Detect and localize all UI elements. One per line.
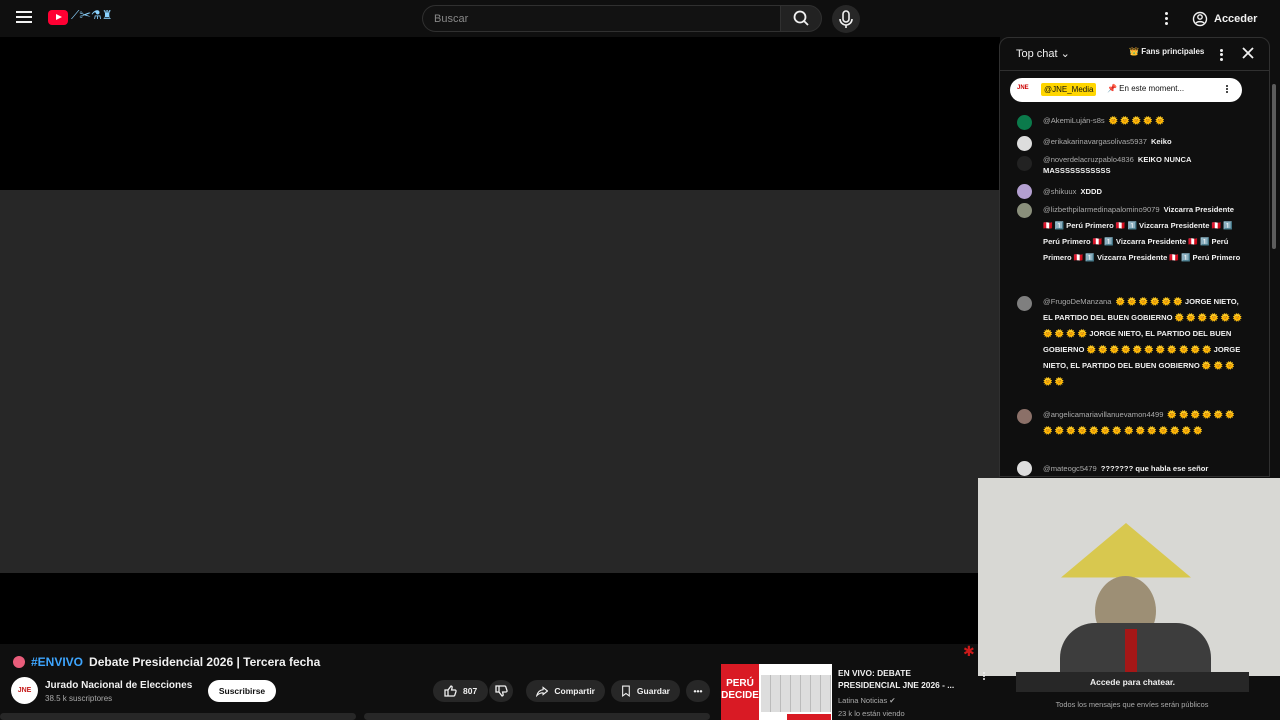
like-button[interactable]: 807 bbox=[433, 680, 488, 702]
chat-text: Keiko bbox=[1150, 137, 1172, 146]
avatar bbox=[1017, 156, 1032, 171]
thumbs-down-icon bbox=[495, 685, 508, 697]
chat-mode-label: Top chat bbox=[1016, 48, 1058, 60]
chat-header: Top chat ⌄ 👑 Fans principales bbox=[1000, 38, 1269, 71]
thumbnail-label: PERÚ DECIDE bbox=[721, 664, 759, 720]
settings-menu-icon[interactable] bbox=[1159, 10, 1173, 28]
chat-author: @AkemiLuján-s8s bbox=[1043, 116, 1105, 125]
recommended-menu-icon[interactable] bbox=[981, 671, 987, 685]
chat-message: @lizbethpilarmedinapalomino9079 Vizcarra … bbox=[1000, 202, 1269, 294]
chat-message: @noverdelacruzpablo4836 KEIKO NUNCA MASSS… bbox=[1000, 154, 1269, 183]
dislike-button[interactable] bbox=[489, 680, 513, 702]
share-label: Compartir bbox=[554, 686, 595, 696]
description-edge bbox=[0, 713, 356, 720]
comments-edge bbox=[364, 713, 710, 720]
live-badge bbox=[787, 714, 831, 720]
top-fans-button[interactable]: 👑 Fans principales bbox=[1129, 47, 1204, 56]
chat-text: XDDD bbox=[1080, 187, 1102, 196]
chat-message: @angelicamariavillanuevamon4499 🌞 🌞 🌞 🌞 🌞… bbox=[1000, 407, 1269, 461]
chat-author: @noverdelacruzpablo4836 bbox=[1043, 155, 1134, 164]
chat-login-button[interactable]: Accede para chatear. bbox=[1016, 672, 1249, 692]
avatar bbox=[1017, 115, 1032, 130]
share-button[interactable]: Compartir bbox=[526, 680, 605, 702]
top-fans-label: Fans principales bbox=[1141, 47, 1205, 56]
sign-in-label: Acceder bbox=[1214, 13, 1258, 25]
avatar bbox=[1017, 409, 1032, 424]
tie-shape bbox=[1125, 629, 1137, 674]
channel-avatar[interactable]: JNE bbox=[11, 677, 38, 704]
doodle-icons: ⟋✂⚗♜ bbox=[71, 8, 113, 22]
chat-mode-dropdown[interactable]: Top chat ⌄ bbox=[1016, 47, 1070, 60]
search-input[interactable] bbox=[423, 6, 780, 31]
subscribe-button[interactable]: Suscribirse bbox=[208, 680, 276, 702]
chat-author: @mateogc5479 bbox=[1043, 464, 1097, 473]
chat-author: @angelicamariavillanuevamon4499 bbox=[1043, 410, 1164, 419]
avatar bbox=[1017, 203, 1032, 218]
like-count: 807 bbox=[463, 686, 478, 696]
microphone-icon bbox=[839, 10, 853, 28]
recommended-channel[interactable]: Latina Noticias ✔ bbox=[838, 696, 896, 705]
subscriber-count: 38.5 k suscriptores bbox=[45, 694, 113, 703]
live-icon bbox=[13, 656, 25, 668]
voice-search-button[interactable] bbox=[832, 5, 860, 33]
chat-scrollbar-thumb[interactable] bbox=[1272, 84, 1276, 249]
avatar bbox=[1017, 461, 1032, 476]
chat-public-notice: Todos los mensajes que envíes serán públ… bbox=[1055, 700, 1209, 709]
more-horizontal-icon: ••• bbox=[693, 686, 703, 696]
chat-author: @shikuux bbox=[1043, 187, 1077, 196]
chat-message: @FrugoDeManzana 🌞 🌞 🌞 🌞 🌞 🌞 JORGE NIETO, … bbox=[1000, 294, 1269, 407]
thumbnail-grid bbox=[761, 675, 831, 712]
chat-message: @AkemiLuján-s8s 🌞 🌞 🌞 🌞 🌞 bbox=[1000, 113, 1269, 133]
avatar bbox=[1017, 184, 1032, 199]
search-button[interactable] bbox=[780, 5, 822, 32]
save-button[interactable]: Guardar bbox=[611, 680, 680, 702]
close-icon[interactable] bbox=[1241, 46, 1255, 60]
top-bar: ⟋✂⚗♜ Acceder bbox=[0, 0, 1280, 37]
chat-author: @lizbethpilarmedinapalomino9079 bbox=[1043, 205, 1160, 214]
search-box bbox=[422, 5, 780, 32]
thumbs-up-icon bbox=[444, 685, 457, 697]
chat-author: @FrugoDeManzana bbox=[1043, 297, 1112, 306]
hashtag-link[interactable]: #ENVIVO bbox=[31, 655, 83, 669]
save-label: Guardar bbox=[636, 686, 670, 696]
video-player[interactable]: ✱ bbox=[0, 37, 1000, 659]
chat-scrollbar[interactable] bbox=[1270, 72, 1278, 252]
overlay-mark-icon: ✱ bbox=[963, 643, 975, 659]
pinned-author: @JNE_Media bbox=[1041, 83, 1097, 96]
pinned-text: 📌 En este moment... bbox=[1107, 84, 1185, 93]
video-frame bbox=[0, 190, 1000, 573]
recommended-views: 23 k lo están viendo bbox=[838, 709, 905, 718]
chat-message: @shikuux XDDD bbox=[1000, 184, 1269, 202]
live-chat: Top chat ⌄ 👑 Fans principales JNE @JNE_M… bbox=[999, 37, 1270, 477]
pinned-menu-icon[interactable] bbox=[1224, 84, 1230, 96]
chat-text: 🌞 🌞 🌞 🌞 🌞 🌞 JORGE NIETO, EL PARTIDO DEL … bbox=[1043, 297, 1242, 386]
chat-more-icon[interactable] bbox=[1216, 47, 1226, 61]
account-circle-icon bbox=[1192, 11, 1208, 27]
recommended-video[interactable]: PERÚ DECIDE EN VIVO: DEBATE PRESIDENCIAL… bbox=[721, 664, 991, 720]
avatar bbox=[1017, 296, 1032, 311]
chat-message: @mateogc5479??????? que habla ese señor bbox=[1000, 461, 1269, 476]
chat-author: @erikakarinavargasolivas5937 bbox=[1043, 137, 1147, 146]
recommended-thumbnail[interactable]: PERÚ DECIDE bbox=[721, 664, 832, 720]
crown-icon: 👑 bbox=[1129, 47, 1139, 56]
pinned-message[interactable]: JNE @JNE_Media 📌 En este moment... bbox=[1010, 78, 1242, 102]
search-icon bbox=[793, 10, 809, 26]
share-icon bbox=[536, 686, 549, 698]
chat-text: 🌞 🌞 🌞 🌞 🌞 bbox=[1108, 116, 1165, 125]
avatar bbox=[1017, 136, 1032, 151]
bookmark-icon bbox=[622, 685, 630, 698]
jne-avatar: JNE bbox=[1017, 85, 1029, 91]
menu-icon[interactable] bbox=[14, 8, 34, 28]
channel-name[interactable]: Jurado Nacional de Elecciones bbox=[45, 680, 192, 691]
chevron-down-icon: ⌄ bbox=[1060, 48, 1070, 60]
more-actions-button[interactable]: ••• bbox=[686, 680, 710, 702]
youtube-logo-icon[interactable] bbox=[48, 10, 68, 25]
recommended-title[interactable]: EN VIVO: DEBATE PRESIDENCIAL JNE 2026 - … bbox=[838, 667, 973, 691]
webcam-overlay bbox=[978, 478, 1280, 676]
video-title-text: Debate Presidencial 2026 | Tercera fecha bbox=[89, 655, 321, 669]
chat-message: @erikakarinavargasolivas5937 Keiko bbox=[1000, 134, 1269, 154]
sign-in-button[interactable]: Acceder bbox=[1186, 8, 1263, 30]
video-title: #ENVIVO Debate Presidencial 2026 | Terce… bbox=[13, 655, 320, 669]
chat-text: ??????? que habla ese señor bbox=[1100, 464, 1209, 473]
